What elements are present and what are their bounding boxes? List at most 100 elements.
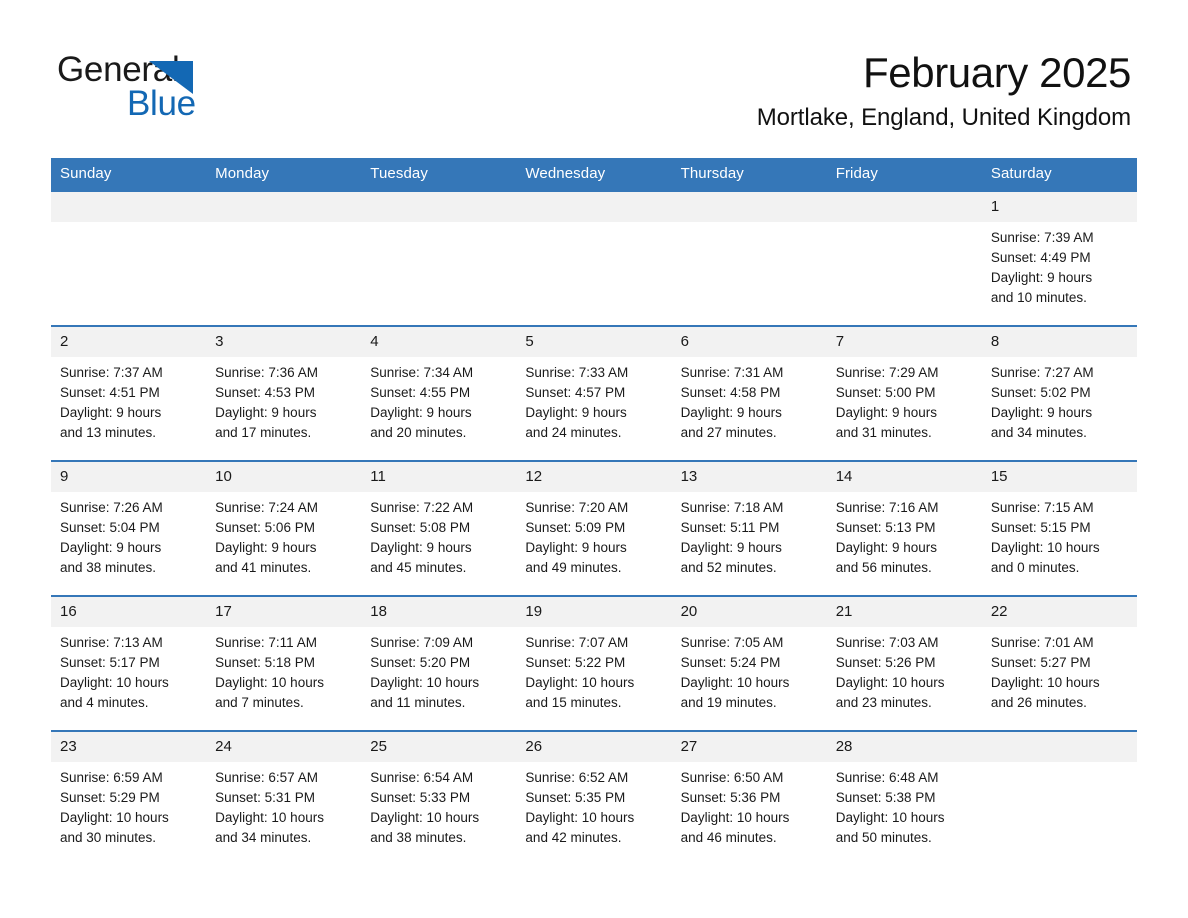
- daylight-text-line2: and 19 minutes.: [680, 695, 777, 710]
- calendar-day-cell[interactable]: 21 Sunrise: 7:03 AM Sunset: 5:26 PM Dayligh…: [826, 595, 982, 731]
- calendar-day-cell[interactable]: 10 Sunrise: 7:24 AM Sunset: 5:06 PM Dayligh…: [206, 460, 362, 596]
- sunrise-text: Sunrise: 7:03 AM: [835, 635, 939, 650]
- weekday-header-saturday: Saturday: [981, 158, 1137, 191]
- day-number: 14: [826, 462, 982, 492]
- sunset-text: Sunset: 5:31 PM: [215, 790, 315, 805]
- day-number: 21: [826, 597, 982, 627]
- calendar-day-cell[interactable]: 27 Sunrise: 6:50 AM Sunset: 5:36 PM Dayligh…: [671, 730, 827, 865]
- calendar-day-cell[interactable]: 6 Sunrise: 7:31 AM Sunset: 4:58 PM Daylight…: [671, 325, 827, 461]
- day-details: Sunrise: 6:52 AM Sunset: 5:35 PM Daylight:…: [516, 762, 671, 848]
- calendar-day-cell[interactable]: 4 Sunrise: 7:34 AM Sunset: 4:55 PM Daylight…: [361, 325, 517, 461]
- calendar-day-cell[interactable]: 20 Sunrise: 7:05 AM Sunset: 5:24 PM Dayligh…: [671, 595, 827, 731]
- sunrise-text: Sunrise: 7:29 AM: [835, 365, 939, 380]
- day-details: Sunrise: 7:29 AM Sunset: 5:00 PM Daylight:…: [827, 357, 982, 443]
- day-details: [827, 222, 982, 228]
- sunset-text: Sunset: 5:15 PM: [990, 520, 1091, 535]
- weekday-header-monday: Monday: [206, 158, 362, 191]
- daylight-text-line1: Daylight: 9 hours: [370, 405, 472, 420]
- sunrise-text: Sunrise: 7:24 AM: [215, 500, 318, 515]
- daylight-text-line1: Daylight: 10 hours: [215, 675, 324, 690]
- sunset-text: Sunset: 5:06 PM: [215, 520, 315, 535]
- day-number: 17: [206, 597, 362, 627]
- daylight-text-line2: and 45 minutes.: [370, 560, 467, 575]
- day-number: 13: [671, 462, 827, 492]
- day-details: Sunrise: 7:05 AM Sunset: 5:24 PM Daylight:…: [672, 627, 827, 713]
- day-details: Sunrise: 7:39 AM Sunset: 4:49 PM Daylight:…: [982, 222, 1137, 308]
- day-number: 5: [516, 327, 672, 357]
- general-blue-logo[interactable]: General Blue: [57, 52, 257, 122]
- daylight-text-line2: and 11 minutes.: [370, 695, 466, 710]
- sunset-text: Sunset: 5:24 PM: [680, 655, 781, 670]
- calendar-day-cell[interactable]: 12 Sunrise: 7:20 AM Sunset: 5:09 PM Dayligh…: [516, 460, 672, 596]
- day-number: 3: [206, 327, 362, 357]
- daylight-text-line2: and 50 minutes.: [835, 830, 932, 845]
- sunset-text: Sunset: 5:38 PM: [835, 790, 936, 805]
- calendar-day-cell[interactable]: 16 Sunrise: 7:13 AM Sunset: 5:17 PM Dayligh…: [51, 595, 207, 731]
- calendar-day-cell[interactable]: 13 Sunrise: 7:18 AM Sunset: 5:11 PM Dayligh…: [671, 460, 827, 596]
- calendar-day-cell[interactable]: 24 Sunrise: 6:57 AM Sunset: 5:31 PM Dayligh…: [206, 730, 362, 865]
- calendar-day-cell[interactable]: 7 Sunrise: 7:29 AM Sunset: 5:00 PM Daylight…: [826, 325, 982, 461]
- day-number: 19: [516, 597, 672, 627]
- day-details: Sunrise: 7:37 AM Sunset: 4:51 PM Daylight:…: [51, 357, 206, 443]
- weekday-header-thursday: Thursday: [671, 158, 827, 191]
- calendar-week-row: 9 Sunrise: 7:26 AM Sunset: 5:04 PM Daylight…: [51, 460, 1137, 596]
- calendar-day-cell[interactable]: 28 Sunrise: 6:48 AM Sunset: 5:38 PM Dayligh…: [826, 730, 982, 865]
- daylight-text-line2: and 30 minutes.: [60, 830, 157, 845]
- daylight-text-line2: and 7 minutes.: [215, 695, 304, 710]
- calendar-day-cell[interactable]: 25 Sunrise: 6:54 AM Sunset: 5:33 PM Dayligh…: [361, 730, 517, 865]
- daylight-text-line1: Daylight: 10 hours: [680, 810, 790, 825]
- sunset-text: Sunset: 5:04 PM: [60, 520, 160, 535]
- calendar-day-cell[interactable]: 17 Sunrise: 7:11 AM Sunset: 5:18 PM Dayligh…: [206, 595, 362, 731]
- calendar-day-cell[interactable]: 1 Sunrise: 7:39 AM Sunset: 4:49 PM Daylight…: [981, 190, 1137, 326]
- calendar-day-cell[interactable]: 26 Sunrise: 6:52 AM Sunset: 5:35 PM Dayligh…: [516, 730, 672, 865]
- page-subtitle: Mortlake, England, United Kingdom: [756, 104, 1131, 131]
- page-header: General Blue February 2025 Mortlake, Eng…: [0, 0, 1188, 155]
- daylight-text-line2: and 15 minutes.: [525, 695, 622, 710]
- day-number: [516, 192, 672, 222]
- sunset-text: Sunset: 5:36 PM: [680, 790, 781, 805]
- sunset-text: Sunset: 5:29 PM: [60, 790, 160, 805]
- calendar-day-cell[interactable]: 2 Sunrise: 7:37 AM Sunset: 4:51 PM Daylight…: [51, 325, 207, 461]
- day-details: Sunrise: 7:27 AM Sunset: 5:02 PM Daylight:…: [982, 357, 1137, 443]
- calendar-day-cell[interactable]: 15 Sunrise: 7:15 AM Sunset: 5:15 PM Dayligh…: [981, 460, 1137, 596]
- sunset-text: Sunset: 5:33 PM: [370, 790, 471, 805]
- sunrise-text: Sunrise: 7:20 AM: [525, 500, 629, 515]
- sunrise-text: Sunrise: 7:13 AM: [60, 635, 163, 650]
- daylight-text-line1: Daylight: 10 hours: [370, 810, 480, 825]
- sunset-text: Sunset: 5:02 PM: [990, 385, 1091, 400]
- daylight-text-line1: Daylight: 9 hours: [525, 405, 627, 420]
- day-details: [361, 222, 516, 228]
- calendar-day-cell[interactable]: 9 Sunrise: 7:26 AM Sunset: 5:04 PM Daylight…: [51, 460, 207, 596]
- day-details: Sunrise: 7:33 AM Sunset: 4:57 PM Daylight:…: [516, 357, 671, 443]
- sunset-text: Sunset: 5:11 PM: [680, 520, 780, 535]
- calendar-day-cell[interactable]: 14 Sunrise: 7:16 AM Sunset: 5:13 PM Dayligh…: [826, 460, 982, 596]
- day-number: 16: [51, 597, 207, 627]
- daylight-text-line2: and 31 minutes.: [835, 425, 932, 440]
- calendar-empty-cell: [361, 190, 517, 326]
- day-number: [361, 192, 517, 222]
- calendar-day-cell[interactable]: 22 Sunrise: 7:01 AM Sunset: 5:27 PM Dayligh…: [981, 595, 1137, 731]
- calendar-day-cell[interactable]: 11 Sunrise: 7:22 AM Sunset: 5:08 PM Dayligh…: [361, 460, 517, 596]
- daylight-text-line1: Daylight: 10 hours: [835, 810, 945, 825]
- daylight-text-line1: Daylight: 9 hours: [680, 405, 782, 420]
- daylight-text-line1: Daylight: 10 hours: [525, 675, 635, 690]
- sunrise-text: Sunrise: 7:37 AM: [60, 365, 163, 380]
- day-number: 18: [361, 597, 517, 627]
- sunrise-text: Sunrise: 7:07 AM: [525, 635, 629, 650]
- calendar-day-cell[interactable]: 19 Sunrise: 7:07 AM Sunset: 5:22 PM Dayligh…: [516, 595, 672, 731]
- sunrise-text: Sunrise: 7:27 AM: [990, 365, 1094, 380]
- sunset-text: Sunset: 4:55 PM: [370, 385, 471, 400]
- daylight-text-line2: and 24 minutes.: [525, 425, 622, 440]
- day-details: Sunrise: 7:20 AM Sunset: 5:09 PM Daylight:…: [516, 492, 671, 578]
- calendar-day-cell[interactable]: 3 Sunrise: 7:36 AM Sunset: 4:53 PM Daylight…: [206, 325, 362, 461]
- calendar-day-cell[interactable]: 8 Sunrise: 7:27 AM Sunset: 5:02 PM Daylight…: [981, 325, 1137, 461]
- calendar-header-row: Sunday Monday Tuesday Wednesday Thursday…: [51, 158, 1137, 191]
- calendar-day-cell[interactable]: 23 Sunrise: 6:59 AM Sunset: 5:29 PM Dayligh…: [51, 730, 207, 865]
- daylight-text-line1: Daylight: 10 hours: [835, 675, 945, 690]
- daylight-text-line2: and 23 minutes.: [835, 695, 932, 710]
- calendar-day-cell[interactable]: 18 Sunrise: 7:09 AM Sunset: 5:20 PM Dayligh…: [361, 595, 517, 731]
- daylight-text-line2: and 4 minutes.: [60, 695, 149, 710]
- day-number: 1: [981, 192, 1137, 222]
- calendar-day-cell[interactable]: 5 Sunrise: 7:33 AM Sunset: 4:57 PM Daylight…: [516, 325, 672, 461]
- day-number: 2: [51, 327, 207, 357]
